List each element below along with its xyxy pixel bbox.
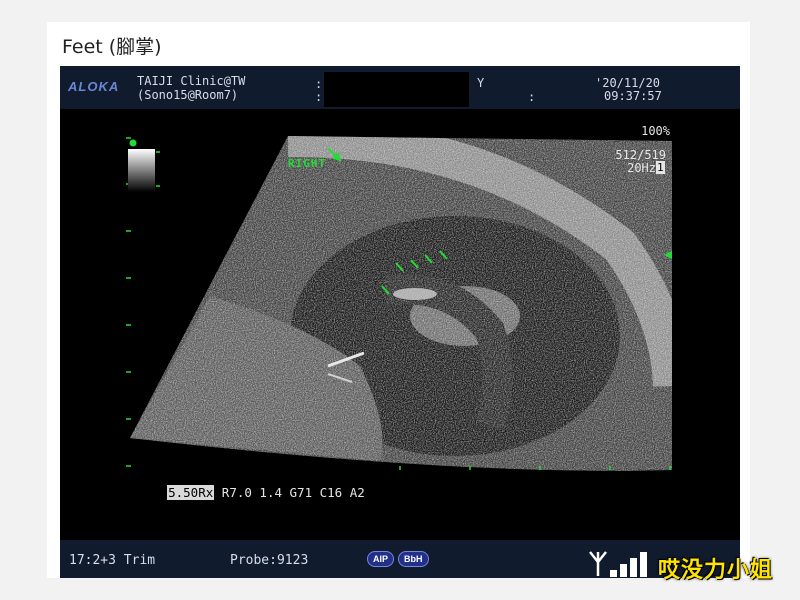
mode-readout: 17:2+3 Trim xyxy=(69,553,156,568)
frame-counter: 512/519 xyxy=(615,148,666,162)
gain-readout: 100% xyxy=(641,124,670,138)
frequency-value: 5.50Rx xyxy=(167,485,215,500)
aip-badge: AIP xyxy=(367,551,395,567)
scan-parameters: 5.50Rx R7.0 1.4 G71 C16 A2 xyxy=(137,470,365,515)
probe-readout: Probe:9123 xyxy=(230,553,309,568)
watermark-text: 哎没力小姐 xyxy=(658,558,774,583)
frame-rate: 20Hz xyxy=(627,161,656,175)
rate-index-badge: 1 xyxy=(656,161,665,174)
parameter-values: R7.0 1.4 G71 C16 A2 xyxy=(214,485,365,500)
bbh-badge: BbH xyxy=(398,551,429,567)
image-caption: Feet (腳掌) xyxy=(62,36,162,58)
ultrasound-monitor: ALOKA TAIJI Clinic@TW (Sono15@Room7) : :… xyxy=(60,66,740,578)
signal-strength-icon xyxy=(589,551,647,577)
right-side-marker: RIGHT xyxy=(288,157,327,170)
